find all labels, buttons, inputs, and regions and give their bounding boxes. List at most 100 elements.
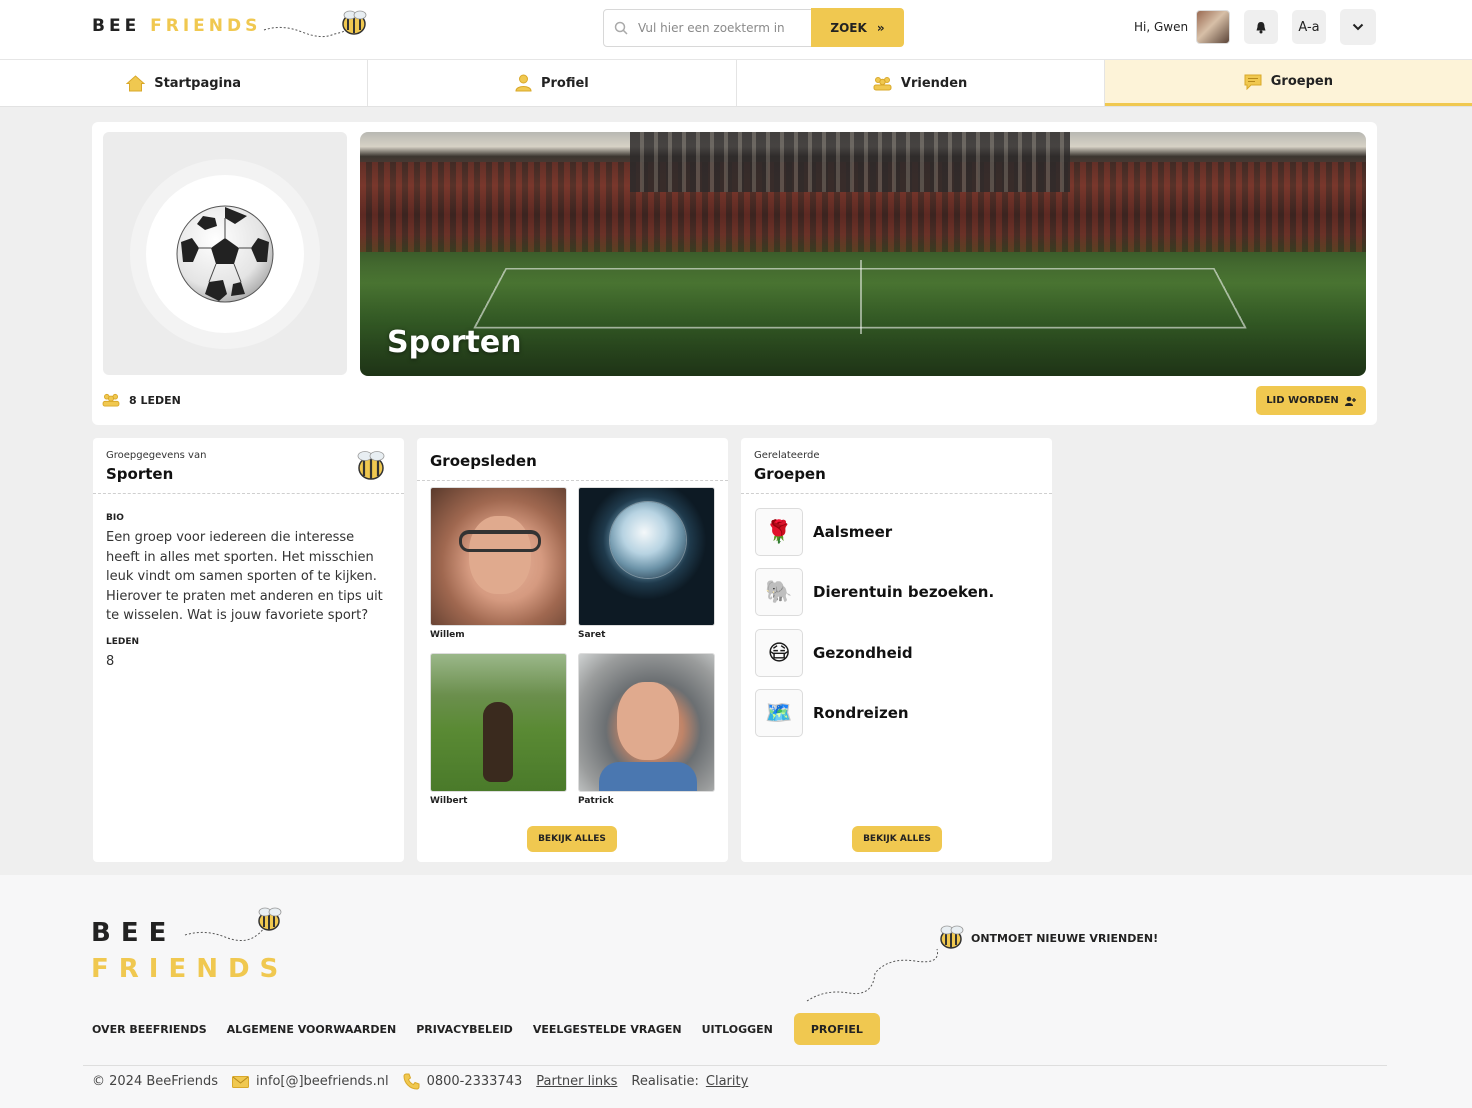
tab-profiel[interactable]: Profiel [368,60,737,106]
footer-links: OVER BEEFRIENDS ALGEMENE VOORWAARDEN PRI… [92,1013,900,1045]
tab-vrienden[interactable]: Vrienden [737,60,1105,106]
panel-title: Groepsleden [430,452,537,470]
member-photo-shirt [599,762,697,791]
user-icon [515,74,532,92]
member-name: Patrick [578,796,614,806]
member-name: Saret [578,630,606,640]
footer-email[interactable]: info[@]beefriends.nl [232,1074,389,1089]
footer-profile-button[interactable]: PROFIEL [793,1013,880,1045]
logo-bee-text: BEE [92,16,141,36]
friends-icon [873,76,892,90]
member-card[interactable]: Saret [578,487,715,640]
view-all-groups-button[interactable]: BEKIJK ALLES [852,826,942,852]
notifications-button[interactable] [1244,10,1278,44]
group-avatar [103,132,347,375]
footer-partner-links[interactable]: Partner links [536,1074,617,1089]
search-button-label: ZOEK [830,20,867,35]
panel-kicker: Gerelateerde [754,450,820,461]
copyright: © 2024 BeeFriends [92,1074,219,1089]
panel-title: Groepen [754,465,826,483]
related-group-item[interactable]: 🗺️ Rondreizen [755,689,909,737]
search-box [603,9,813,47]
chevron-down-icon [1352,23,1364,31]
member-card[interactable]: Willem [430,487,567,640]
phone-icon [403,1073,420,1090]
group-avatar-ring [130,159,320,349]
related-group-item[interactable]: 🐘 Dierentuin bezoeken. [755,568,994,616]
view-all-members-button[interactable]: BEKIJK ALLES [527,826,617,852]
logo[interactable]: BEE FRIENDS [92,16,261,36]
panel-kicker: Groepgegevens van [106,450,207,461]
search-input[interactable] [638,10,808,46]
font-size-toggle[interactable]: A-a [1292,10,1326,44]
footer-link-privacy[interactable]: PRIVACYBELEID [416,1023,513,1036]
footer-link-faq[interactable]: VEELGESTELDE VRAGEN [533,1023,682,1036]
bee-icon [184,907,282,941]
logo-friends-text: FRIENDS [150,16,262,36]
footer-logo-friends: FRIENDS [91,954,289,984]
group-emoji-icon: 😷 [755,629,803,677]
main-nav: Startpagina Profiel Vrienden Groepen [0,60,1472,107]
members-value: 8 [106,654,115,669]
group-emoji-icon: 🌹 [755,508,803,556]
footer-bottom-bar: © 2024 BeeFriends info[@]beefriends.nl 0… [92,1073,762,1090]
soccer-ball-icon [176,205,274,303]
panel-title: Sporten [106,465,174,483]
group-details-panel: Groepgegevens van Sporten BIO Een groep … [93,438,404,862]
members-label: LEDEN [106,637,140,647]
banner-upper-deck [630,132,1070,192]
member-card[interactable]: Patrick [578,653,715,806]
footer: BEE FRIENDS ONTMOET NIEUWE VRIENDEN! OVE… [0,875,1472,1108]
panel-header: Groepsleden [417,438,728,481]
group-avatar-inner [146,175,304,333]
bee-icon [263,10,367,38]
tab-label: Groepen [1270,74,1333,89]
footer-link-logout[interactable]: UITLOGGEN [702,1023,773,1036]
related-group-label: Aalsmeer [813,523,893,541]
realisatie-link[interactable]: Clarity [706,1074,748,1089]
partner-links-link[interactable]: Partner links [536,1074,617,1089]
member-photo [578,653,715,792]
tab-label: Vrienden [900,75,968,91]
group-hero-card: Sporten 8 LEDEN LID WORDEN [92,122,1377,425]
search-button[interactable]: ZOEK » [811,8,904,47]
panel-header: Gerelateerde Groepen [741,438,1052,494]
footer-phone[interactable]: 0800-2333743 [403,1073,523,1090]
related-groups-panel: Gerelateerde Groepen 🌹 Aalsmeer 🐘 Dieren… [741,438,1052,862]
add-user-icon [1344,396,1356,406]
group-title: Sporten [387,325,522,360]
related-group-item[interactable]: 😷 Gezondheid [755,629,913,677]
footer-realisatie: Realisatie: Clarity [631,1074,748,1089]
member-name: Wilbert [430,796,468,806]
mail-icon [232,1075,250,1088]
footer-phone-text: 0800-2333743 [426,1074,523,1089]
member-photo-face [617,682,679,760]
group-banner-image: Sporten [360,132,1366,376]
footer-email-text: info[@]beefriends.nl [256,1074,389,1089]
chat-icon [1244,74,1262,90]
related-group-item[interactable]: 🌹 Aalsmeer [755,508,892,556]
members-count: 8 LEDEN [102,393,181,407]
footer-link-over[interactable]: OVER BEEFRIENDS [92,1023,207,1036]
member-photo-sphere [610,502,686,578]
footer-tagline: ONTMOET NIEUWE VRIENDEN! [971,932,1159,945]
tab-startpagina[interactable]: Startpagina [0,60,369,106]
member-photo [578,487,715,626]
related-group-label: Gezondheid [813,644,913,662]
tab-groepen[interactable]: Groepen [1104,60,1472,106]
footer-link-voorwaarden[interactable]: ALGEMENE VOORWAARDEN [227,1023,397,1036]
home-icon [126,74,146,91]
avatar[interactable] [1196,10,1230,44]
join-group-button[interactable]: LID WORDEN [1256,386,1366,415]
panel-header: Groepgegevens van Sporten [93,438,404,494]
join-group-label: LID WORDEN [1266,395,1339,406]
member-photo-dog [483,702,513,782]
related-group-label: Dierentuin bezoeken. [813,583,995,601]
friends-icon [102,393,120,407]
top-header: BEE FRIENDS ZOEK » Hi, Gwen A-a [0,0,1472,60]
member-card[interactable]: Wilbert [430,653,567,806]
banner-field-line [860,260,862,334]
member-photo-glasses [459,530,541,552]
footer-divider [83,1065,1387,1066]
user-menu-button[interactable] [1340,9,1376,45]
